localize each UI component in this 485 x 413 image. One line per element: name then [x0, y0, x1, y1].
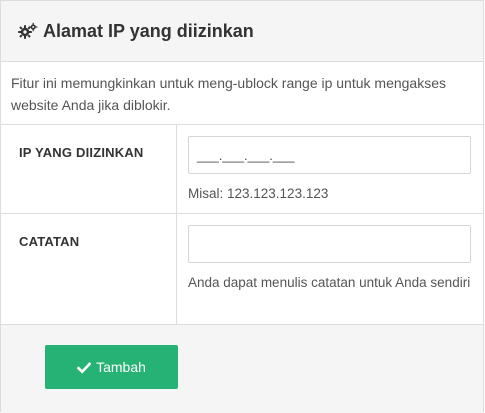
intro-text: Fitur ini memungkinkan untuk meng-ublock… [1, 62, 483, 125]
note-input[interactable] [188, 225, 471, 263]
note-help-text: Anda dapat menulis catatan untuk Anda se… [188, 275, 471, 290]
allowed-ip-panel: Alamat IP yang diizinkan Fitur ini memun… [0, 0, 484, 413]
add-button[interactable]: Tambah [45, 345, 178, 389]
note-row: CATATAN Anda dapat menulis catatan untuk… [1, 214, 483, 325]
ip-input[interactable]: ___.___.___.___ [188, 136, 471, 174]
ip-row: IP YANG DIIZINKAN ___.___.___.___ Misal:… [1, 125, 483, 214]
ip-field-cell: ___.___.___.___ Misal: 123.123.123.123 [177, 125, 483, 213]
panel-title: Alamat IP yang diizinkan [43, 20, 254, 41]
ip-help-text: Misal: 123.123.123.123 [188, 186, 329, 201]
panel-footer: Tambah [1, 325, 483, 413]
ip-label: IP YANG DIIZINKAN [1, 125, 177, 213]
check-icon [76, 361, 92, 374]
note-field-cell: Anda dapat menulis catatan untuk Anda se… [177, 214, 483, 324]
note-label: CATATAN [1, 214, 177, 324]
cogs-icon [18, 22, 38, 40]
panel-header: Alamat IP yang diizinkan [1, 1, 483, 62]
add-button-label: Tambah [96, 359, 146, 375]
